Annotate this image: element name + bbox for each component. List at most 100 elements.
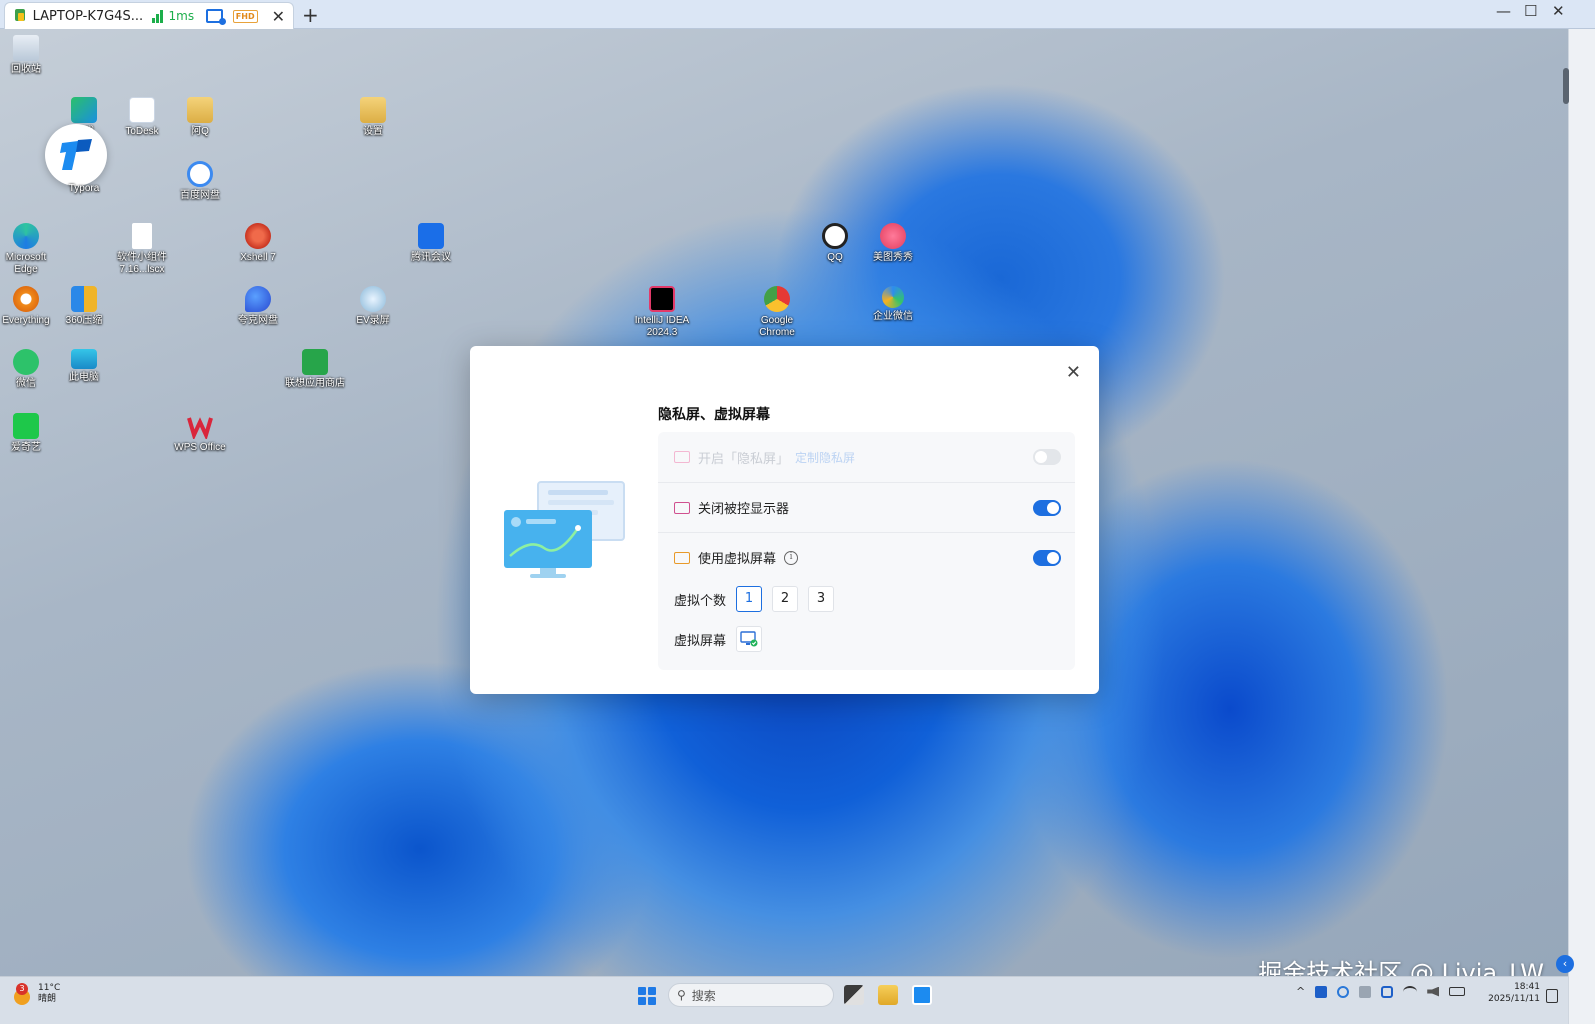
desktop-icon-wechat[interactable]: 微信 [0,349,58,390]
desktop-icon-todesk[interactable]: ToDesk [110,97,174,138]
close-window-button[interactable]: ✕ [1552,2,1565,20]
disable-monitor-toggle[interactable] [1033,499,1061,516]
virtual-count-label: 虚拟个数 [674,593,727,609]
games-icon [71,97,97,123]
settings-panel: 开启「隐私屏」 定制隐私屏 关闭被控显示器 使用虚拟屏幕 i 虚拟个数 1 2 … [658,432,1075,670]
info-icon[interactable]: i [784,550,799,565]
right-side-strip [1568,29,1595,1024]
wifi-icon[interactable] [1403,985,1418,998]
volume-icon[interactable] [1427,986,1440,997]
side-toolbar-toggle-button[interactable]: ‹ [1556,955,1574,973]
desktop-icon-tencent-meeting[interactable]: 腾讯会议 [399,223,463,264]
virtual-count-row: 虚拟个数 1 2 3 [674,586,835,612]
desktop-icon-this-pc[interactable]: 此电脑 [52,349,116,384]
edge-icon [13,223,39,249]
desktop-icon-typora[interactable]: Typora [52,169,116,195]
row-disable-monitor: 关闭被控显示器 [658,482,1075,532]
close-dialog-button[interactable]: ✕ [1066,362,1081,383]
virtual-screen-1-button[interactable] [736,626,763,652]
zip-icon [71,286,97,312]
taskbar-search[interactable]: ⚲ 搜索 [668,983,834,1007]
quality-badge[interactable]: FHD [232,9,258,23]
weather-temp: 11°C [38,983,61,993]
virtual-screen-toggle[interactable] [1033,549,1061,566]
desktop-icon-ev-recorder[interactable]: EV录屏 [341,286,405,327]
close-tab-button[interactable]: ✕ [272,7,285,26]
file-explorer-icon[interactable] [878,985,898,1005]
desktop-icon-xshell[interactable]: Xshell 7 [226,223,290,264]
search-icon: ⚲ [677,988,686,1002]
desktop-icon-chrome[interactable]: Google Chrome [745,286,809,339]
add-tab-button[interactable]: + [302,3,319,27]
weather-widget[interactable]: 3 11°C 晴朗 [12,983,60,1005]
qq-icon [822,223,848,249]
baidu-netdisk-icon [187,161,213,187]
desktop-icon-recycle-bin[interactable]: 回收站 [0,35,58,76]
virtual-screen-illustration-icon [504,481,625,578]
tencent-meeting-icon [418,223,444,249]
session-tab-bar: LAPTOP-K7G4S... 1ms FHD ✕ + — ☐ ✕ [0,0,1595,29]
maximize-button[interactable]: ☐ [1524,2,1537,20]
desktop-icon-iqiyi[interactable]: 爱奇艺 [0,413,58,454]
desktop-icon-folder-aq[interactable]: 阿Q [168,97,232,138]
latency-indicator: 1ms [168,9,195,23]
search-placeholder: 搜索 [691,988,716,1003]
typora-icon [60,139,92,170]
desktop-icon-everything[interactable]: Everything [0,286,58,327]
desktop-icon-wecom[interactable]: 企业微信 [861,286,925,323]
system-tray: ^ [1296,985,1466,998]
monitor-settings-icon[interactable] [206,9,226,25]
tray-chevron-icon[interactable]: ^ [1296,985,1305,998]
virtual-screen-icon [674,551,690,564]
desktop-icon-file[interactable]: 软件小组件 7.16...lscx [110,223,174,276]
weather-desc: 晴朗 [38,994,57,1004]
remote-taskbar: 3 11°C 晴朗 ⚲ 搜索 ^ 18:41 2025/11/11 [0,976,1568,1024]
desktop-icon-intellij[interactable]: IntelliJ IDEA 2024.3 [630,286,694,339]
notification-icon[interactable] [1546,989,1558,1003]
privacy-screen-icon [674,451,690,463]
virtual-count-option-1[interactable]: 1 [736,586,763,612]
clock-date: 2025/11/11 [1488,994,1540,1004]
everything-icon [13,286,39,312]
minimize-button[interactable]: — [1496,2,1511,20]
dialog-title: 隐私屏、虚拟屏幕 [658,407,770,423]
desktop-icon-360zip[interactable]: 360压缩 [52,286,116,327]
side-panel-handle[interactable] [1563,68,1569,104]
computer-icon [71,349,97,369]
weather-icon: 3 [12,983,32,1005]
customize-privacy-link[interactable]: 定制隐私屏 [795,449,855,466]
wecom-icon [882,286,904,308]
task-view-icon[interactable] [844,985,864,1005]
desktop-icon-edge[interactable]: Microsoft Edge [0,223,58,276]
desktop-icon-folder-settings[interactable]: 设置 [341,97,405,138]
monitor-off-icon [674,501,690,514]
folder-icon [187,97,213,123]
wechat-icon [13,349,39,375]
tray-qq-icon[interactable] [1381,985,1394,998]
chrome-icon [764,286,790,312]
xshell-icon [245,223,271,249]
taskbar-clock[interactable]: 18:41 2025/11/11 [1486,981,1540,1005]
desktop-icon-lenovo-store[interactable]: 联想应用商店 [283,349,347,390]
battery-icon[interactable] [1449,987,1466,996]
virtual-count-option-3[interactable]: 3 [808,586,835,612]
signal-strength-icon [151,9,163,23]
desktop-icon-qq[interactable]: QQ [803,223,867,264]
session-tab[interactable]: LAPTOP-K7G4S... 1ms FHD ✕ [4,2,294,29]
todesk-taskbar-icon[interactable] [912,985,932,1005]
desktop-icon-wps[interactable]: WPS Office [168,413,232,454]
virtual-screen-label: 虚拟屏幕 [674,633,727,649]
privacy-screen-toggle[interactable] [1033,449,1061,465]
tray-input-icon[interactable] [1359,985,1372,998]
start-button[interactable] [638,987,656,1005]
tray-app-icon[interactable] [1315,985,1328,998]
desktop-icon-quark[interactable]: 夸克网盘 [226,286,290,327]
file-icon [132,223,152,249]
virtual-count-option-2[interactable]: 2 [772,586,799,612]
desktop-icon-meitu[interactable]: 美图秀秀 [861,223,925,264]
row-virtual-screen: 使用虚拟屏幕 i [658,532,1075,582]
todesk-icon [129,97,155,123]
intellij-icon [649,286,675,312]
tray-sync-icon[interactable] [1337,985,1350,998]
desktop-icon-baidu-netdisk[interactable]: 百度网盘 [168,161,232,202]
